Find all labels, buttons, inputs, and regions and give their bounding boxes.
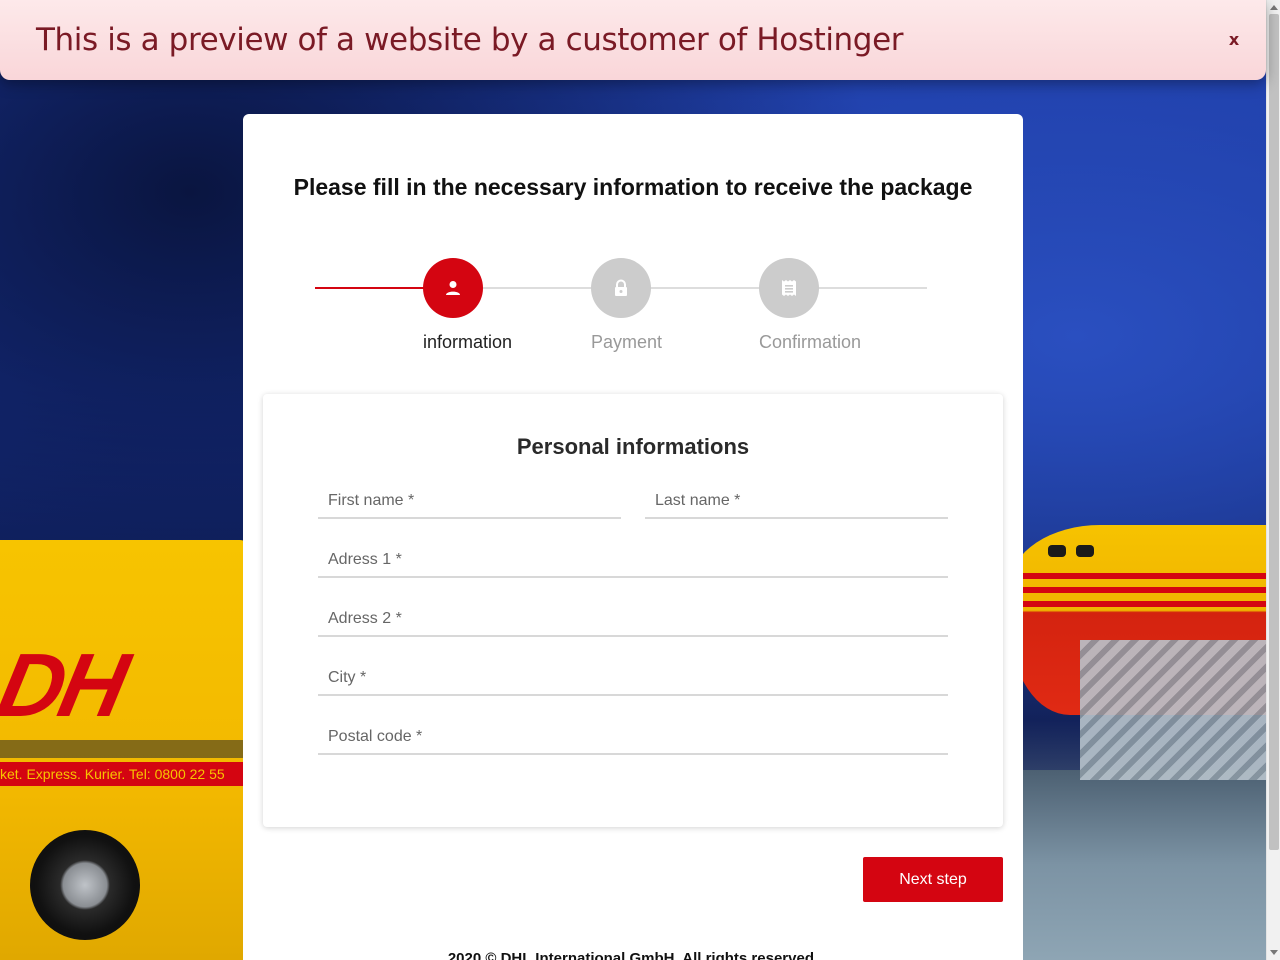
address1-input[interactable] [318, 544, 948, 576]
step-payment[interactable] [591, 258, 651, 318]
page-title: Please fill in the necessary information… [293, 174, 973, 200]
stepper-line [483, 287, 927, 289]
step-label-confirmation: Confirmation [759, 332, 862, 352]
preview-banner: This is a preview of a website by a cust… [0, 0, 1266, 80]
step-label-information: information [423, 332, 513, 352]
scroll-down-arrow-icon[interactable] [1270, 950, 1278, 955]
address2-input[interactable] [318, 603, 948, 635]
boarding-stairs [1080, 640, 1266, 780]
address1-field [318, 544, 948, 578]
first-name-field [318, 485, 621, 519]
last-name-field [645, 485, 948, 519]
plane-stripe [1020, 573, 1266, 579]
stepper-line-complete [315, 287, 435, 289]
van-stripe [0, 740, 250, 758]
form-card: Please fill in the necessary information… [243, 114, 1023, 960]
first-name-input[interactable] [318, 485, 621, 517]
plane-stripe [1020, 587, 1266, 593]
plane-window [1048, 545, 1066, 557]
next-step-button[interactable]: Next step [863, 857, 1003, 902]
postal-code-input[interactable] [318, 721, 948, 753]
banner-text: This is a preview of a website by a cust… [36, 22, 904, 58]
plane-stripe [1020, 601, 1266, 607]
city-field [318, 662, 948, 696]
scroll-up-arrow-icon[interactable] [1270, 5, 1278, 10]
personal-info-panel: Personal informations [263, 394, 1003, 827]
close-banner-button[interactable]: x [1222, 28, 1246, 52]
postal-code-field [318, 721, 948, 755]
city-input[interactable] [318, 662, 948, 694]
van-text: ket. Express. Kurier. Tel: 0800 22 55 [0, 766, 225, 782]
scroll-thumb[interactable] [1269, 14, 1279, 850]
delivery-van-image: DH ket. Express. Kurier. Tel: 0800 22 55 [0, 540, 250, 960]
address2-field [318, 603, 948, 637]
step-information[interactable] [423, 258, 483, 318]
van-wheel [30, 830, 140, 940]
step-label-payment: Payment [591, 332, 663, 352]
receipt-icon [782, 280, 796, 296]
van-logo: DH [0, 636, 133, 736]
plane-window [1076, 545, 1094, 557]
page-scrollbar[interactable] [1266, 0, 1280, 960]
step-confirmation[interactable] [759, 258, 819, 318]
footer-copyright: 2020 © DHL International GmbH. All right… [447, 950, 819, 960]
last-name-input[interactable] [645, 485, 948, 517]
user-icon [446, 281, 460, 295]
form-title: Personal informations [516, 434, 750, 459]
lock-icon [615, 279, 627, 296]
